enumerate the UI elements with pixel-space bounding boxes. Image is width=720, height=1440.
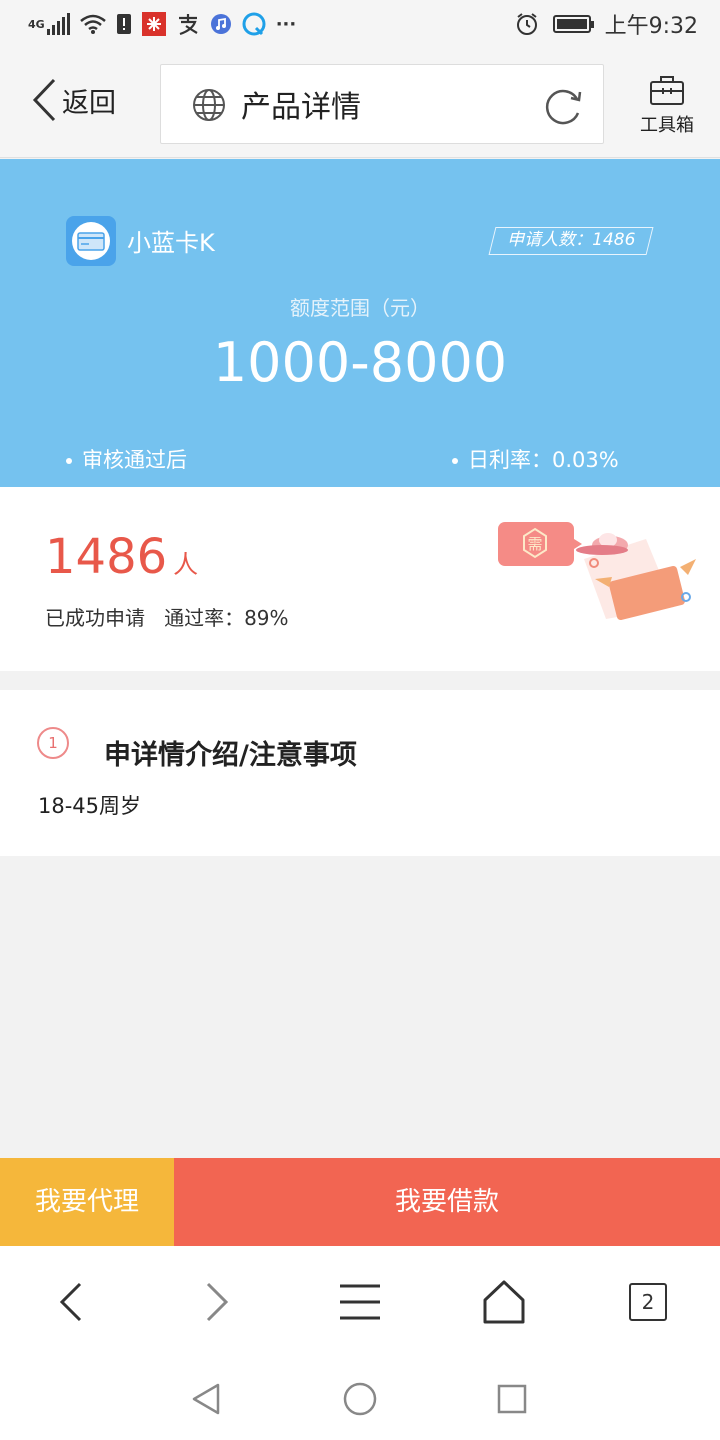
intro-section: 1 申详情介绍/注意事项 18-45周岁 xyxy=(0,690,720,856)
system-home-icon[interactable] xyxy=(343,1382,377,1416)
daily-rate: 日利率：0.03% xyxy=(452,444,619,474)
toolbox-icon xyxy=(650,76,684,105)
globe-icon xyxy=(193,89,225,121)
range-value: 1000-8000 xyxy=(212,331,508,394)
bullet-dot xyxy=(66,458,72,464)
status-time: 上午9:32 xyxy=(604,14,698,39)
alipay-icon xyxy=(178,14,198,36)
network-label: 4G xyxy=(28,17,45,31)
agent-button[interactable]: 我要代理 xyxy=(0,1158,174,1246)
menu-icon[interactable] xyxy=(336,1278,384,1326)
applicants-badge: 申请人数：1486 xyxy=(488,227,654,255)
ufo-card-illustration: 需 xyxy=(498,522,696,621)
wifi-icon xyxy=(79,14,106,34)
product-name: 小蓝卡K xyxy=(127,229,215,257)
alarm-icon xyxy=(516,13,537,35)
more-icon: ··· xyxy=(275,13,297,35)
chevron-left-icon xyxy=(32,78,56,122)
system-back-icon[interactable] xyxy=(190,1382,222,1416)
toolbox-button[interactable]: 工具箱 xyxy=(632,74,702,137)
app-icon xyxy=(141,12,166,36)
system-nav xyxy=(0,1356,720,1440)
address-bar[interactable]: 产品详情 xyxy=(160,64,604,144)
browser-toolbar xyxy=(0,1246,720,1356)
range-label: 额度范围（元） xyxy=(290,296,430,320)
signal-icon xyxy=(46,13,70,35)
tabs-button[interactable]: 2 xyxy=(629,1283,667,1321)
intro-title: 申详情介绍/注意事项 xyxy=(104,740,357,771)
product-card: 小蓝卡K 申请人数：1486 额度范围（元） 1000-8000 审核通过后 日… xyxy=(0,159,720,487)
product-icon xyxy=(66,216,116,266)
refresh-icon[interactable] xyxy=(544,87,584,125)
system-recents-icon[interactable] xyxy=(497,1384,527,1414)
review-note: 审核通过后 xyxy=(66,444,187,474)
action-bar: 我要代理 我要借款 xyxy=(0,1158,720,1246)
browser-icon xyxy=(242,12,266,36)
home-icon[interactable] xyxy=(480,1278,528,1326)
section-index: 1 xyxy=(37,727,69,759)
music-icon xyxy=(210,14,231,34)
bullet-dot xyxy=(452,458,458,464)
back-arrow-icon[interactable] xyxy=(48,1278,96,1326)
back-button[interactable]: 返回 xyxy=(32,78,116,122)
badge-char: 需 xyxy=(527,535,542,553)
stats-panel: 1486 人 已成功申请 通过率：89% 需 xyxy=(0,487,720,671)
page-title: 产品详情 xyxy=(241,90,361,125)
back-label: 返回 xyxy=(62,87,116,119)
success-line: 已成功申请 通过率：89% xyxy=(45,606,289,630)
sim-icon xyxy=(116,14,131,34)
borrow-button[interactable]: 我要借款 xyxy=(174,1158,720,1246)
top-nav: 返回 产品详情 工具箱 xyxy=(0,48,720,158)
forward-arrow-icon[interactable] xyxy=(192,1278,240,1326)
battery-icon xyxy=(552,15,594,33)
applicant-count: 1486 人 xyxy=(45,529,199,585)
intro-text: 18-45周岁 xyxy=(38,794,142,818)
pass-rate: 通过率：89% xyxy=(164,606,289,630)
toolbox-label: 工具箱 xyxy=(640,115,694,136)
status-bar: 4G ··· 上午9:32 xyxy=(0,0,720,48)
